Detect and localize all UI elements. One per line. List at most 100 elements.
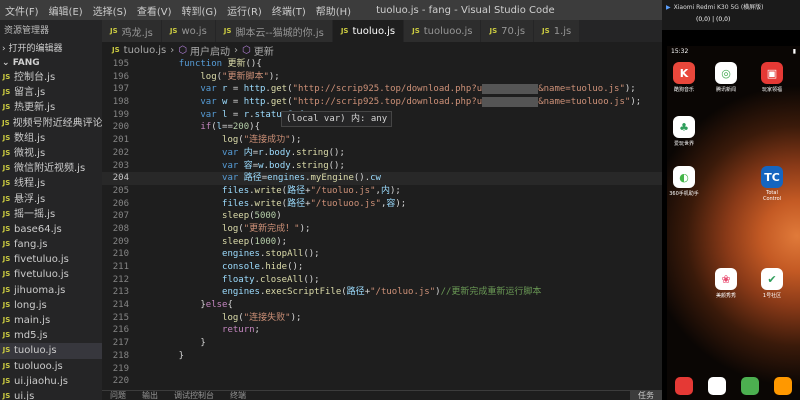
dock-app-icon[interactable] bbox=[707, 377, 726, 395]
code-line[interactable]: 217 } bbox=[102, 337, 662, 350]
sidebar-file-item[interactable]: JS ui.js bbox=[0, 389, 102, 400]
phone-app[interactable]: TC Total Control bbox=[757, 166, 787, 202]
breadcrumb-symbol-2[interactable]: 更新 bbox=[254, 43, 274, 58]
chevron-right-icon: › bbox=[234, 44, 238, 56]
sidebar-file-item[interactable]: JS fivetuluo.js bbox=[0, 267, 102, 282]
code-line[interactable]: 214 }else{ bbox=[102, 299, 662, 312]
sidebar-file-item[interactable]: JS md5.js bbox=[0, 328, 102, 343]
code-line[interactable]: 208 log("更新完成！"); bbox=[102, 223, 662, 236]
panel-tab-debug-console[interactable]: 调试控制台 bbox=[166, 391, 222, 400]
panel-tab-problems[interactable]: 问题 bbox=[102, 391, 134, 400]
sidebar-file-item[interactable]: JS tuoluoo.js bbox=[0, 359, 102, 374]
js-file-icon: JS bbox=[2, 285, 11, 294]
code-line[interactable]: 211 console.hide(); bbox=[102, 261, 662, 274]
code-line[interactable]: 212 floaty.closeAll(); bbox=[102, 274, 662, 287]
editor-tab[interactable]: JS 70.js bbox=[481, 20, 535, 42]
breadcrumb-file[interactable]: tuoluo.js bbox=[124, 45, 167, 56]
phone-app[interactable]: ▣ 玩家领福 bbox=[757, 62, 787, 93]
editor-tab[interactable]: JS 鸡龙.js bbox=[102, 20, 162, 42]
code-line[interactable]: 203 var 容=w.body.string(); bbox=[102, 160, 662, 173]
sidebar-file-item[interactable]: JS 留言.js bbox=[0, 85, 102, 100]
sidebar-file-item[interactable]: JS long.js bbox=[0, 298, 102, 313]
code-line[interactable]: 220 bbox=[102, 375, 662, 388]
code-line[interactable]: 219 bbox=[102, 363, 662, 376]
dock-app-icon[interactable] bbox=[774, 377, 793, 395]
code-line[interactable]: 205 files.write(路径+"/tuoluo.js",内); bbox=[102, 185, 662, 198]
menu-file[interactable]: 文件(F) bbox=[0, 3, 44, 18]
panel-tab-output[interactable]: 输出 bbox=[134, 391, 166, 400]
sidebar-file-item[interactable]: JS base64.js bbox=[0, 222, 102, 237]
editor-tab[interactable]: JS tuoluoo.js bbox=[404, 20, 482, 42]
phone-screen[interactable]: 15:32 ▮ K 酷狗音乐 ◎ 腾讯新闻 ▣ 玩家领福 ♣ 爱玩世界 ◐ 360手机助手 TC To… bbox=[667, 46, 800, 400]
code-line[interactable]: 204 var 路径=engines.myEngine().cw bbox=[102, 172, 662, 185]
phone-app[interactable]: ◎ 腾讯新闻 bbox=[711, 62, 741, 93]
code-line[interactable]: 213 engines.execScriptFile(路径+"/tuoluo.j… bbox=[102, 286, 662, 299]
pointer-coords: (0,0) | (0,0) bbox=[696, 16, 731, 23]
sidebar-file-item[interactable]: JS 摇一摇.js bbox=[0, 207, 102, 222]
code-line[interactable]: 206 files.write(路径+"/tuoluoo.js",容); bbox=[102, 198, 662, 211]
js-file-icon: JS bbox=[2, 118, 10, 127]
js-file-icon: JS bbox=[2, 103, 11, 112]
sidebar-file-item[interactable]: JS 热更新.js bbox=[0, 100, 102, 115]
breadcrumb: JS tuoluo.js › ⬡ 用户启动 › ⬡ 更新 bbox=[102, 42, 662, 58]
sidebar-file-item[interactable]: JS tuoluo.js bbox=[0, 343, 102, 359]
code-line[interactable]: 201 log("连接成功"); bbox=[102, 134, 662, 147]
menu-run[interactable]: 运行(R) bbox=[222, 3, 267, 18]
code-line[interactable]: 210 engines.stopAll(); bbox=[102, 248, 662, 261]
sidebar-file-item[interactable]: JS 悬浮.js bbox=[0, 192, 102, 207]
sidebar-file-item[interactable]: JS 线程.js bbox=[0, 176, 102, 191]
code-line[interactable]: 198 var w = http.get("http://scrip925.to… bbox=[102, 96, 662, 109]
sidebar-file-item[interactable]: JS 控制台.js bbox=[0, 70, 102, 85]
editor-tab[interactable]: JS wo.js bbox=[161, 20, 216, 42]
sidebar-file-item[interactable]: JS fang.js bbox=[0, 237, 102, 252]
phone-app[interactable]: K 酷狗音乐 bbox=[669, 62, 699, 93]
menu-edit[interactable]: 编辑(E) bbox=[44, 3, 88, 18]
menu-view[interactable]: 查看(V) bbox=[132, 3, 177, 18]
js-file-icon: JS bbox=[2, 361, 11, 370]
breadcrumb-symbol-1[interactable]: 用户启动 bbox=[190, 43, 230, 58]
phone-app[interactable]: ◐ 360手机助手 bbox=[669, 166, 699, 197]
sidebar-file-item[interactable]: JS视频号附近经典评论.js bbox=[0, 116, 102, 131]
line-number: 209 bbox=[112, 236, 129, 247]
editor-tab[interactable]: JS 1.js bbox=[534, 20, 581, 42]
menu-selection[interactable]: 选择(S) bbox=[88, 3, 132, 18]
explorer-header: 资源管理器 bbox=[4, 26, 50, 36]
panel-tab-terminal[interactable]: 终端 bbox=[222, 391, 254, 400]
sidebar-file-item[interactable]: JS 微视.js bbox=[0, 146, 102, 161]
sidebar-file-item[interactable]: JS main.js bbox=[0, 313, 102, 328]
phone-app[interactable]: ♣ 爱玩世界 bbox=[669, 116, 699, 147]
open-editors-section[interactable]: › 打开的编辑器 bbox=[0, 42, 102, 56]
sidebar-file-item[interactable]: JS fivetuluo.js bbox=[0, 252, 102, 267]
menu-terminal[interactable]: 终端(T) bbox=[267, 3, 311, 18]
code-editor[interactable]: 195 function 更新(){196 log("更新脚本"); 197 va… bbox=[102, 58, 662, 390]
task-button[interactable]: 任务 bbox=[630, 391, 662, 400]
code-line[interactable]: 197 var r = http.get("http://scrip925.to… bbox=[102, 83, 662, 96]
code-text: var 容=w.body.string(); bbox=[222, 160, 345, 171]
editor-tab[interactable]: JS tuoluo.js bbox=[332, 20, 405, 42]
battery-icon: ▮ bbox=[792, 48, 796, 55]
code-line[interactable]: 209 sleep(1000); bbox=[102, 236, 662, 249]
phone-app[interactable]: ❀ 美颜秀秀 bbox=[711, 268, 741, 299]
sidebar-file-label: md5.js bbox=[14, 330, 48, 342]
folder-header[interactable]: ⌄ FANG bbox=[0, 56, 102, 70]
code-line[interactable]: 218 } bbox=[102, 350, 662, 363]
code-line[interactable]: 195 function 更新(){ bbox=[102, 58, 662, 71]
sidebar-file-label: 摇一摇.js bbox=[14, 208, 56, 220]
menu-help[interactable]: 帮助(H) bbox=[311, 3, 356, 18]
code-line[interactable]: 202 var 内=r.body.string(); bbox=[102, 147, 662, 160]
dock-app-icon[interactable] bbox=[674, 377, 693, 395]
menu-go[interactable]: 转到(G) bbox=[177, 3, 223, 18]
phone-app[interactable]: ✔ 1号社区 bbox=[757, 268, 787, 299]
editor-tab[interactable]: JS 脚本云--猫城的你.js bbox=[215, 20, 333, 42]
sidebar-file-item[interactable]: JS 微信附近视频.js bbox=[0, 161, 102, 176]
sidebar-file-item[interactable]: JS ui.jiaohu.js bbox=[0, 374, 102, 389]
code-line[interactable]: 207 sleep(5000) bbox=[102, 210, 662, 223]
js-file-icon: JS bbox=[2, 376, 11, 385]
dock-app-icon[interactable] bbox=[741, 377, 760, 395]
sidebar-file-item[interactable]: JS 数组.js bbox=[0, 131, 102, 146]
code-line[interactable]: 196 log("更新脚本"); bbox=[102, 71, 662, 84]
js-file-icon: JS bbox=[2, 164, 11, 173]
code-line[interactable]: 215 log("连接失败"); bbox=[102, 312, 662, 325]
code-line[interactable]: 216 return; bbox=[102, 324, 662, 337]
sidebar-file-item[interactable]: JS jihuoma.js bbox=[0, 283, 102, 298]
